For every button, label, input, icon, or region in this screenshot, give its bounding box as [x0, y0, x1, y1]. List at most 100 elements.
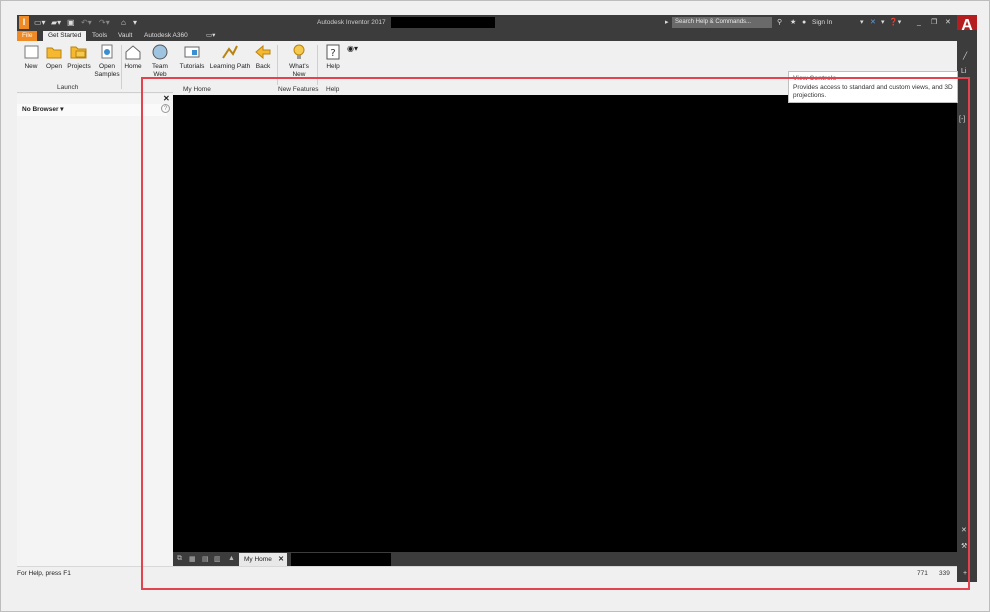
app-window: I ▭▾ ▰▾ ▣ ↶▾ ↷▾ ⌂ ▾ Autodesk Inventor 20… — [0, 0, 990, 612]
nav-line-icon[interactable]: ╱ — [963, 52, 967, 60]
open-samples-icon — [101, 44, 113, 59]
panel-separator — [277, 45, 278, 89]
home-icon — [125, 45, 141, 60]
status-coord-x: 771 — [917, 570, 928, 577]
learning-path-button[interactable]: Learning Path — [209, 43, 251, 71]
minimize-icon[interactable]: _ — [917, 17, 921, 28]
team-web-button[interactable]: Team Web — [145, 43, 175, 79]
user-icon[interactable]: ● — [802, 17, 806, 28]
svg-text:?: ? — [330, 48, 335, 59]
ribbon-tab-bar: File Get Started Tools Vault Autodesk A3… — [17, 30, 957, 41]
inventor-logo-icon[interactable]: I — [19, 16, 29, 29]
open-button-label: Open — [46, 63, 62, 70]
document-tab-bar: ⧉ ▦ ▤ ▥ ▲ My Home ✕ — [173, 552, 957, 566]
customize-quick-access-icon[interactable]: ▾ — [133, 17, 137, 28]
doc-tab-my-home[interactable]: My Home ✕ — [239, 553, 287, 566]
tab-file[interactable]: File — [17, 31, 38, 41]
tab-help[interactable]: Help — [326, 85, 339, 95]
back-arrow-icon — [255, 44, 271, 60]
learning-path-button-label: Learning Path — [209, 63, 251, 70]
nav-wrench-icon[interactable]: ⚒ — [961, 542, 967, 550]
new-button[interactable]: New — [21, 43, 41, 71]
browser-dropdown[interactable]: No Browser ▾ — [17, 104, 167, 116]
tutorials-button-label: Tutorials — [179, 63, 205, 70]
nav-close-icon[interactable]: ✕ — [961, 526, 967, 534]
projects-button[interactable]: Projects — [66, 43, 92, 71]
cascade-windows-icon[interactable]: ⧉ — [177, 555, 182, 563]
sign-in-dropdown-icon[interactable]: ▾ — [860, 17, 864, 28]
tooltip-title: View Controls — [793, 75, 837, 82]
tile-windows-icon[interactable]: ▦ — [189, 555, 196, 563]
help-button-label: Help — [326, 63, 340, 70]
redacted-doc-tab — [291, 553, 391, 566]
tab-vault[interactable]: Vault — [113, 31, 137, 41]
search-binoculars-icon[interactable]: ⚲ — [777, 17, 782, 28]
whats-new-button[interactable]: What's New — [285, 43, 313, 79]
back-button[interactable]: Back — [253, 43, 273, 71]
home-button-label: Home — [124, 63, 142, 70]
undo-icon[interactable]: ↶▾ — [81, 17, 92, 28]
favorites-star-icon[interactable]: ★ — [790, 17, 796, 28]
exchange-apps-icon[interactable]: ✕ — [870, 17, 876, 28]
status-bar: For Help, press F1 771 339 — [17, 566, 957, 582]
open-folder-icon[interactable]: ▰▾ — [51, 17, 61, 28]
nav-add-icon[interactable]: + — [963, 570, 967, 577]
title-bar: I ▭▾ ▰▾ ▣ ↶▾ ↷▾ ⌂ ▾ Autodesk Inventor 20… — [17, 15, 977, 41]
tile-horizontal-icon[interactable]: ▤ — [202, 555, 209, 563]
tab-get-started[interactable]: Get Started — [43, 31, 87, 41]
tutorials-button[interactable]: Tutorials — [177, 43, 207, 71]
window-title: Autodesk Inventor 2017 — [317, 19, 386, 26]
panel-separator — [317, 45, 318, 89]
home-button[interactable]: Home — [123, 43, 143, 71]
tab-list-arrow-icon[interactable]: ▲ — [228, 555, 235, 562]
open-folder-icon — [46, 47, 62, 59]
ribbon-options-icon[interactable]: ▭▾ — [201, 31, 220, 41]
sign-in-link[interactable]: Sign In — [812, 17, 832, 28]
status-text: For Help, press F1 — [17, 570, 71, 577]
new-file-icon — [24, 45, 39, 59]
help-icon[interactable]: ❓▾ — [889, 17, 901, 28]
panel-separator — [121, 45, 122, 89]
doc-tab-label: My Home — [244, 556, 272, 563]
help-button[interactable]: ? Help — [321, 43, 345, 71]
help-book-icon: ? — [326, 44, 340, 60]
team-web-button-label: Team Web — [152, 63, 168, 78]
new-doc-icon[interactable]: ▭▾ — [34, 17, 46, 28]
tab-my-home[interactable]: My Home — [183, 85, 211, 95]
home-quick-icon[interactable]: ⌂ — [121, 17, 126, 28]
back-button-label: Back — [255, 63, 271, 70]
projects-folder-icon — [70, 46, 87, 59]
tab-tools[interactable]: Tools — [87, 31, 112, 41]
model-browser: ✕ No Browser ▾ ? — [17, 94, 173, 566]
lightbulb-icon — [293, 44, 305, 59]
whats-new-button-label: What's New — [289, 63, 309, 78]
tutorials-icon — [184, 46, 200, 58]
globe-icon — [152, 44, 168, 60]
doc-tab-close-icon[interactable]: ✕ — [278, 553, 284, 566]
open-samples-button[interactable]: Open Samples — [93, 43, 121, 79]
save-icon[interactable]: ▣ — [67, 17, 75, 28]
status-coord-y: 339 — [939, 570, 950, 577]
close-window-icon[interactable]: ✕ — [945, 17, 951, 28]
open-button[interactable]: Open — [43, 43, 65, 71]
exchange-dropdown-icon[interactable]: ▾ — [881, 17, 885, 28]
redacted-title-block — [391, 17, 495, 28]
search-help-input[interactable]: Search Help & Commands... — [672, 17, 772, 28]
panel-options-icon[interactable]: ◉▾ — [347, 45, 358, 53]
tab-new-features[interactable]: New Features — [278, 85, 318, 95]
nav-view-icon[interactable]: [-] — [959, 116, 965, 123]
projects-button-label: Projects — [67, 63, 91, 70]
redo-icon[interactable]: ↷▾ — [99, 17, 110, 28]
restore-icon[interactable]: ❐ — [931, 17, 937, 28]
new-button-label: New — [24, 63, 38, 70]
tab-autodesk-a360[interactable]: Autodesk A360 — [139, 31, 193, 41]
nav-bar-label-icon[interactable]: Li — [961, 68, 966, 75]
browser-help-icon[interactable]: ? — [161, 104, 170, 113]
view-controls-tooltip: View Controls Provides access to standar… — [788, 71, 958, 103]
tile-vertical-icon[interactable]: ▥ — [214, 555, 221, 563]
tooltip-body: Provides access to standard and custom v… — [793, 84, 953, 99]
learning-path-icon — [222, 45, 238, 59]
search-expand-icon[interactable]: ▸ — [665, 17, 669, 28]
browser-close-icon[interactable]: ✕ — [163, 94, 170, 103]
graphics-canvas[interactable] — [173, 95, 957, 552]
